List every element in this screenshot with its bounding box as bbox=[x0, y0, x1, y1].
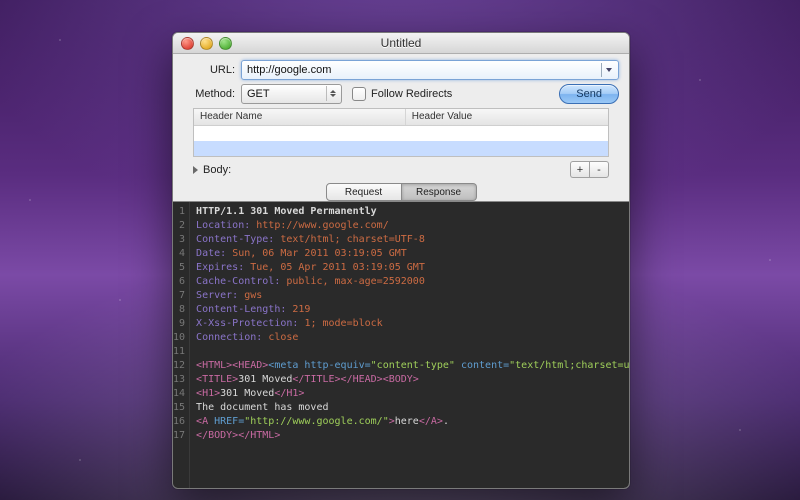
table-row[interactable] bbox=[194, 141, 608, 156]
url-label: URL: bbox=[183, 64, 235, 76]
titlebar[interactable]: Untitled bbox=[173, 33, 629, 54]
add-header-button[interactable]: + bbox=[570, 161, 589, 178]
headers-table-body[interactable] bbox=[194, 126, 608, 156]
header-name-col[interactable]: Header Name bbox=[194, 109, 406, 125]
method-select[interactable]: GET bbox=[241, 84, 342, 104]
body-disclosure-row: Body: + - bbox=[193, 161, 609, 178]
line-gutter: 1 2 3 4 5 6 7 8 9 10 11 12 13 14 15 16 1… bbox=[173, 202, 190, 488]
follow-redirects-checkbox[interactable] bbox=[352, 87, 366, 101]
url-value: http://google.com bbox=[247, 64, 331, 76]
remove-header-button[interactable]: - bbox=[589, 161, 609, 178]
app-window: Untitled URL: http://google.com Method: … bbox=[172, 32, 630, 489]
follow-redirects-label: Follow Redirects bbox=[371, 88, 452, 100]
chevron-down-icon[interactable] bbox=[601, 63, 616, 77]
request-form: URL: http://google.com Method: GET Follo… bbox=[173, 54, 629, 201]
tab-request[interactable]: Request bbox=[326, 183, 402, 201]
window-title: Untitled bbox=[173, 36, 629, 50]
method-label: Method: bbox=[183, 88, 235, 100]
body-label: Body: bbox=[203, 164, 231, 176]
send-button[interactable]: Send bbox=[559, 84, 619, 104]
method-value: GET bbox=[247, 88, 270, 100]
response-source[interactable]: HTTP/1.1 301 Moved Permanently Location:… bbox=[190, 202, 629, 488]
table-row[interactable] bbox=[194, 126, 608, 141]
disclosure-triangle-icon[interactable] bbox=[193, 166, 198, 174]
headers-table-head: Header Name Header Value bbox=[194, 109, 608, 126]
add-remove-stepper: + - bbox=[570, 161, 609, 178]
stepper-arrows-icon[interactable] bbox=[326, 86, 339, 101]
tab-bar: Request Response bbox=[183, 183, 619, 201]
header-value-col[interactable]: Header Value bbox=[406, 109, 608, 125]
response-view[interactable]: 1 2 3 4 5 6 7 8 9 10 11 12 13 14 15 16 1… bbox=[173, 201, 629, 488]
headers-table[interactable]: Header Name Header Value bbox=[193, 108, 609, 157]
desktop-background: Untitled URL: http://google.com Method: … bbox=[0, 0, 800, 500]
url-input[interactable]: http://google.com bbox=[241, 60, 619, 80]
tab-response[interactable]: Response bbox=[402, 183, 477, 201]
